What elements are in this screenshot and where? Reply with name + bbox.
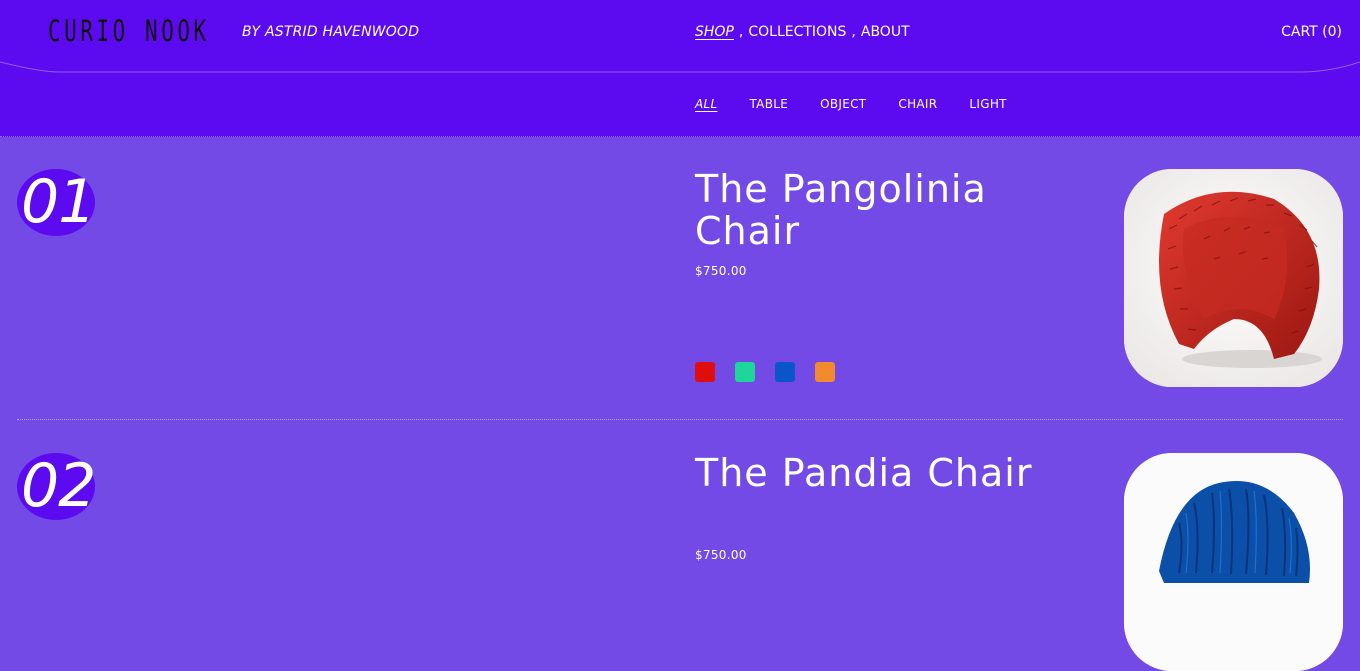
product-image[interactable] — [1124, 453, 1343, 671]
nav-shop[interactable]: SHOP — [695, 24, 734, 40]
filter-object[interactable]: OBJECT — [820, 97, 866, 111]
site-header: CURIO NOOK BY ASTRID HAVENWOOD SHOP , CO… — [0, 0, 1360, 137]
swatch-blue[interactable] — [775, 362, 795, 382]
product-row: 01 The Pangolinia Chair $750.00 — [17, 136, 1343, 420]
blue-fur-chair-photo-icon — [1124, 453, 1343, 671]
main-nav: SHOP , COLLECTIONS , ABOUT — [695, 24, 910, 40]
nav-separator: , — [851, 24, 856, 40]
product-title[interactable]: The Pangolinia Chair — [695, 168, 1055, 252]
swatch-green[interactable] — [735, 362, 755, 382]
color-swatches — [695, 362, 835, 382]
filter-light[interactable]: LIGHT — [969, 97, 1006, 111]
product-price: $750.00 — [695, 548, 747, 562]
site-logo[interactable]: CURIO NOOK — [48, 14, 210, 48]
header-divider-curve — [0, 61, 1360, 73]
swatch-red[interactable] — [695, 362, 715, 382]
product-row: 02 The Pandia Chair $750.00 — [17, 420, 1343, 671]
filter-table[interactable]: TABLE — [749, 97, 788, 111]
product-image[interactable] — [1124, 169, 1343, 387]
product-price: $750.00 — [695, 264, 747, 278]
nav-collections[interactable]: COLLECTIONS — [748, 24, 846, 40]
product-number-badge: 01 — [17, 167, 96, 237]
cart-link[interactable]: CART (0) — [1281, 24, 1342, 40]
red-scaled-chair-photo-icon — [1124, 169, 1343, 387]
product-number: 01 — [21, 167, 96, 237]
category-filters: ALL TABLE OBJECT CHAIR LIGHT — [695, 97, 1007, 111]
filter-chair[interactable]: CHAIR — [898, 97, 937, 111]
product-number-badge: 02 — [17, 451, 96, 521]
filter-all[interactable]: ALL — [695, 97, 717, 111]
nav-about[interactable]: ABOUT — [861, 24, 910, 40]
swatch-orange[interactable] — [815, 362, 835, 382]
product-number: 02 — [21, 451, 96, 521]
product-title[interactable]: The Pandia Chair — [695, 452, 1055, 494]
byline: BY ASTRID HAVENWOOD — [242, 24, 420, 40]
nav-separator: , — [738, 24, 744, 40]
